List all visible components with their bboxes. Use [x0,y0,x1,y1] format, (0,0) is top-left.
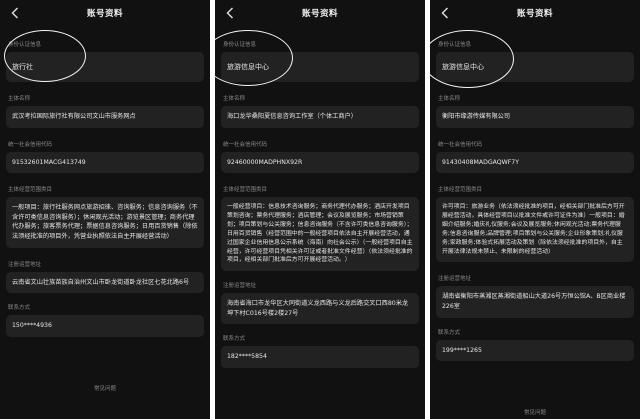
nav-bar: 账号资料 [430,0,640,26]
credit-code-label: 统一社会信用代码 [8,141,53,148]
business-scope-label: 主体经营范围类目 [223,187,268,194]
faq-link[interactable]: 常见问题 [0,384,210,392]
identity-value: 旅游信息中心 [436,52,634,82]
credit-code-value: 91430408MADGAQWF7Y [436,151,634,174]
business-scope-label: 主体经营范围类目 [438,187,483,194]
entity-name-label: 主体名称 [223,96,246,102]
entity-name-label: 主体名称 [8,96,31,102]
chevron-left-icon[interactable] [6,4,24,22]
entity-name-value: 武汉考拉国际旅行社有限公司文山市服务网点 [6,106,204,128]
account-profile-screen-3: 账号资料 身份认证信息 旅游信息中心 主体名称 衡阳市缘游传媒有限公司 统一社会… [430,0,640,419]
address-value: 云南省文山壮族苗族自治州文山市卧龙街道卧龙社区七花北路6号 [6,271,204,294]
account-profile-screen-2: 账号资料 身份认证信息 旅游信息中心 主体名称 海口龙华桑阳夏信息咨询工作室（个… [215,0,425,419]
entity-name-label: 主体名称 [438,96,461,102]
identity-label: 身份认证信息 [223,42,257,48]
account-profile-screen-1: 账号资料 身份认证信息 旅行社 主体名称 武汉考拉国际旅行社有限公司文山市服务网… [0,0,210,419]
identity-label: 身份认证信息 [8,42,42,48]
credit-code-label: 统一社会信用代码 [438,141,483,148]
credit-code-value: 92460000MADPHNX92R [221,151,419,174]
identity-label: 身份认证信息 [438,42,472,48]
page-title: 账号资料 [516,9,553,19]
business-scope-label: 主体经营范围类目 [8,187,53,194]
contact-value: 199****1265 [436,339,634,362]
contact-label: 联系方式 [223,336,246,343]
contact-label: 联系方式 [8,305,31,312]
contact-label: 联系方式 [438,329,461,336]
business-scope-value: 一般项目：旅行社服务网点旅游招徕、咨询服务；信息咨询服务（不含许可类信息咨询服务… [6,197,204,248]
business-scope-value: 许可项目：旅游业务（依法须经批准的项目，经相关部门批准后方可开展经营活动，具体经… [436,197,634,263]
nav-bar: 账号资料 [0,0,210,26]
credit-code-value: 91532601MACG413749 [6,151,204,174]
page-title: 账号资料 [86,9,123,19]
address-value: 海南省海口市龙华区大同街道义龙西路与义龙后路交叉口西80米龙坤下村C016号楼2… [221,293,419,325]
identity-value: 旅游信息中心 [221,52,419,82]
business-scope-value: 一般经营项目：信息技术咨询服务；商务代理代办服务；酒店开发项目策划咨询；票务代理… [221,197,419,272]
identity-value: 旅行社 [6,52,204,82]
credit-code-label: 统一社会信用代码 [223,141,268,148]
address-value: 湖南省衡阳市蒸湘区蒸湘街道船山大道26号万恒公馆A、B区商业楼226室 [436,286,634,318]
page-title: 账号资料 [301,9,338,19]
nav-bar: 账号资料 [215,0,425,26]
entity-name-value: 衡阳市缘游传媒有限公司 [436,106,634,128]
contact-value: 150****4936 [6,315,204,337]
address-label: 注册运营地址 [438,276,472,283]
chevron-left-icon[interactable] [436,4,454,22]
chevron-left-icon[interactable] [221,4,239,22]
address-label: 注册运营地址 [8,261,42,268]
entity-name-value: 海口龙华桑阳夏信息咨询工作室（个体工商户） [221,106,419,128]
address-label: 注册运营地址 [223,283,257,290]
faq-link[interactable]: 常见问题 [430,408,640,416]
contact-value: 182****5854 [221,346,419,369]
